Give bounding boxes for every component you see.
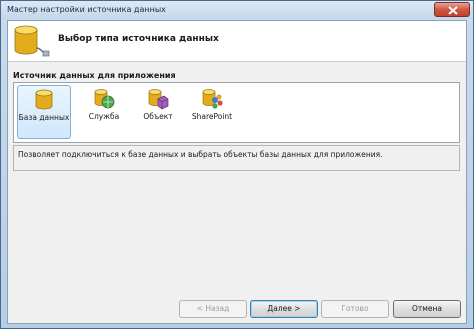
- data-source-service[interactable]: Служба: [77, 85, 131, 139]
- close-icon: [448, 6, 458, 15]
- database-wizard-icon: [14, 25, 50, 57]
- sharepoint-icon: [202, 89, 223, 109]
- data-source-label: База данных: [18, 113, 70, 122]
- back-button[interactable]: < Назад: [179, 300, 247, 318]
- finish-button[interactable]: Готово: [321, 300, 389, 318]
- wizard-body: Выбор типа источника данных Источник дан…: [7, 20, 467, 324]
- page-title: Выбор типа источника данных: [58, 34, 219, 44]
- description-box: Позволяет подключиться к базе данных и в…: [13, 145, 460, 171]
- object-icon: [148, 89, 169, 110]
- next-button[interactable]: Далее >: [250, 300, 318, 318]
- data-source-object[interactable]: Объект: [131, 85, 185, 139]
- data-source-label: Служба: [88, 112, 120, 121]
- window-title: Мастер настройки источника данных: [7, 5, 166, 14]
- service-icon: [94, 89, 115, 109]
- data-source-sharepoint[interactable]: SharePoint: [185, 85, 239, 139]
- section-label: Источник данных для приложения: [13, 71, 176, 80]
- data-source-type-list[interactable]: База данных Служба Объект SharePoint: [13, 82, 460, 143]
- description-text: Позволяет подключиться к базе данных и в…: [18, 150, 383, 159]
- data-source-label: Объект: [143, 112, 173, 121]
- close-button[interactable]: [434, 2, 470, 17]
- title-bar[interactable]: Мастер настройки источника данных: [1, 1, 473, 19]
- database-icon: [35, 89, 53, 110]
- data-source-label: SharePoint: [191, 112, 233, 121]
- wizard-window: Мастер настройки источника данных Выбор …: [0, 0, 474, 329]
- cancel-button[interactable]: Отмена: [393, 300, 461, 318]
- wizard-header: Выбор типа источника данных: [8, 21, 466, 62]
- data-source-database[interactable]: База данных: [17, 85, 71, 139]
